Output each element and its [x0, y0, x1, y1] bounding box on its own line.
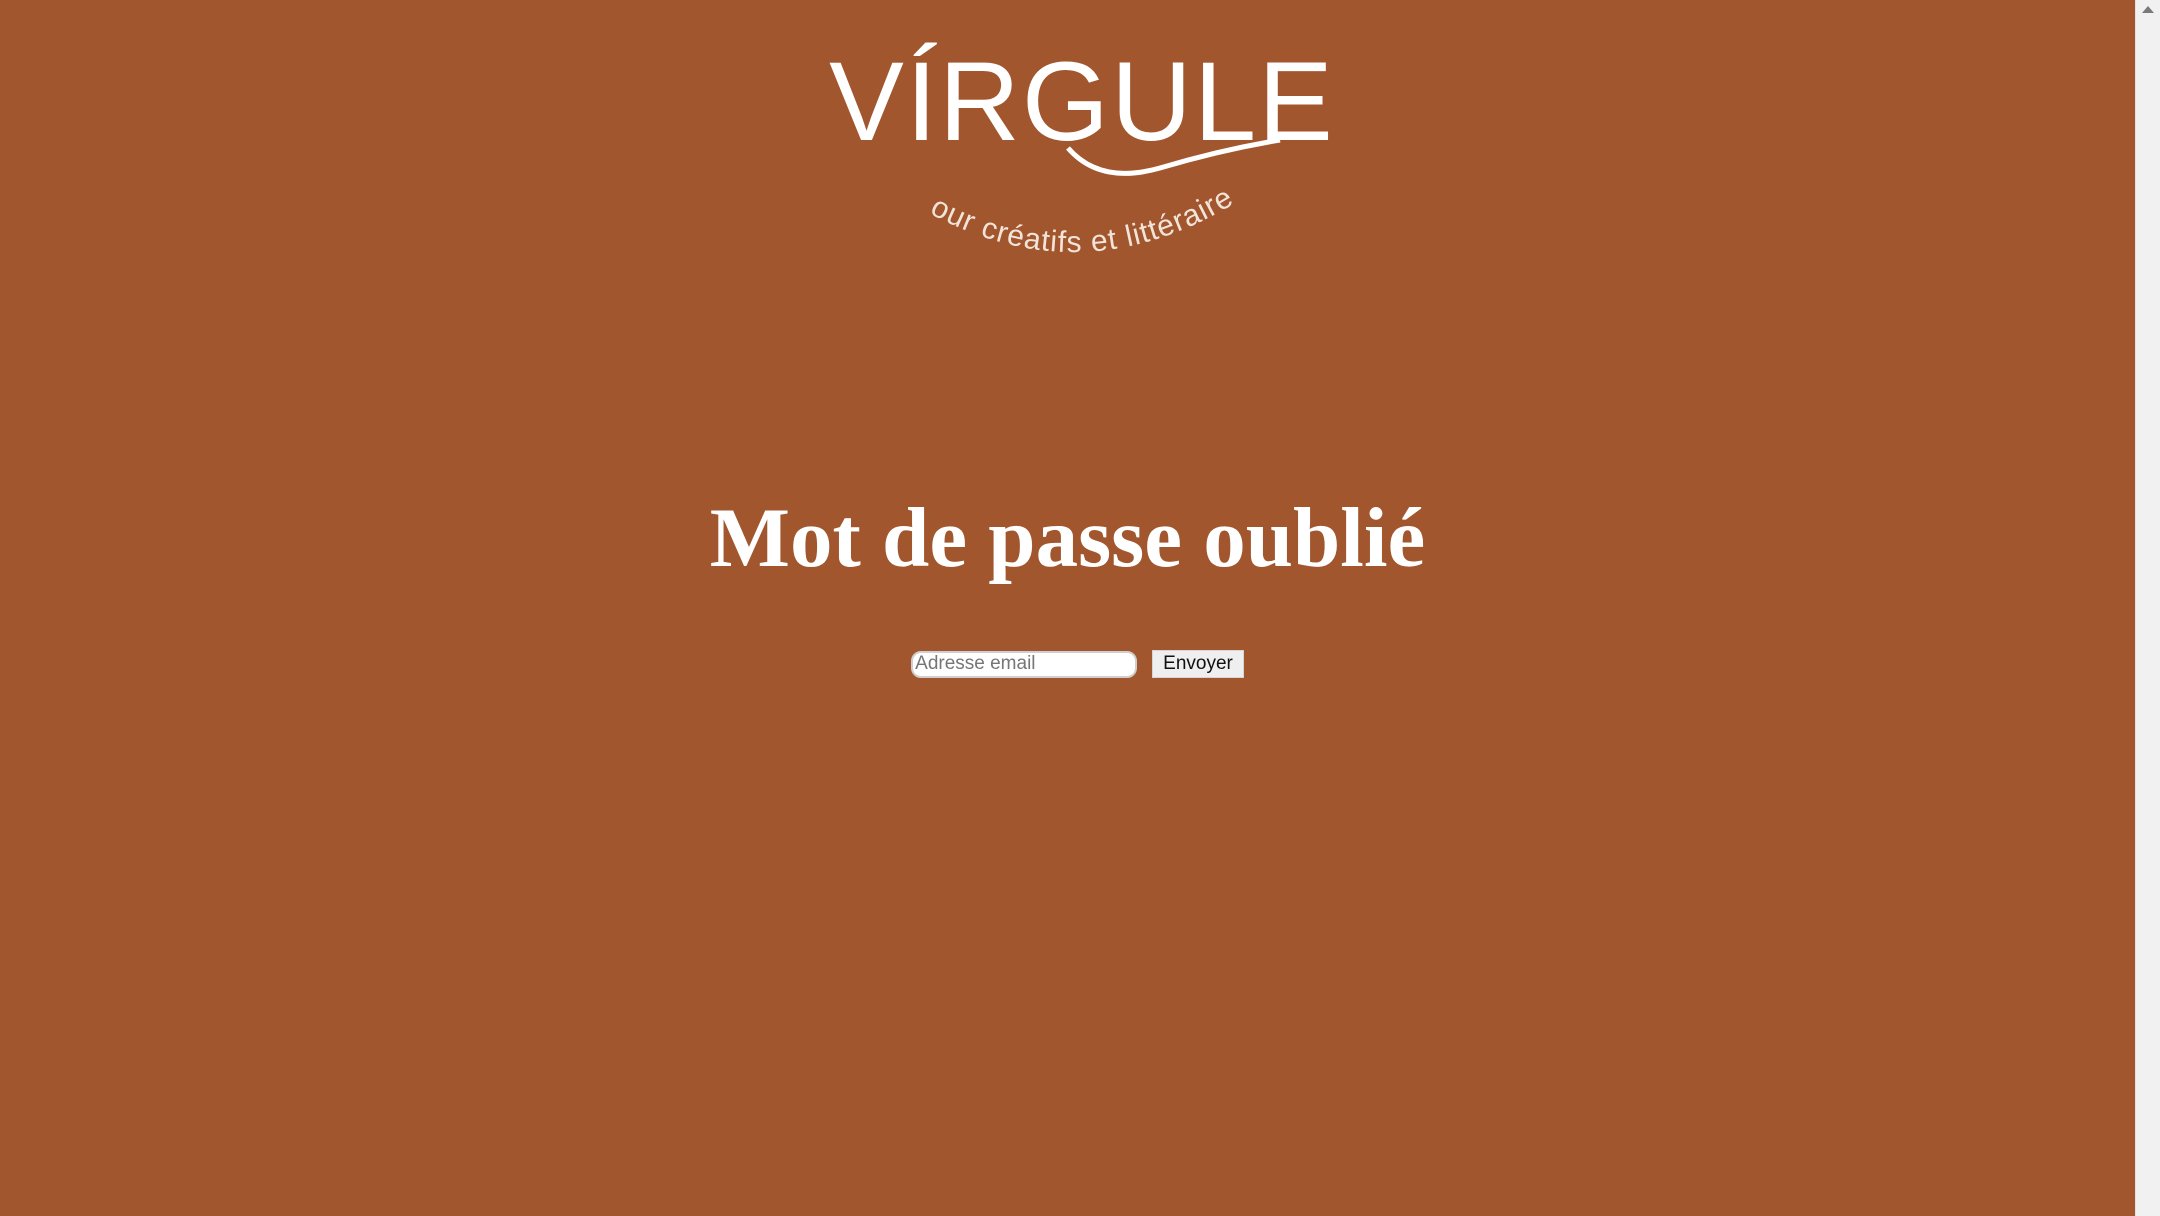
virgule-logo-graphic: VÍRGULE Pour créatifs et littéraires — [760, 10, 1333, 259]
page-viewport: VÍRGULE Pour créatifs et littéraires Mot… — [0, 0, 2135, 1216]
virgule-logo[interactable]: VÍRGULE Pour créatifs et littéraires — [760, 10, 1400, 280]
scroll-up-button[interactable] — [2136, 0, 2160, 18]
send-button[interactable]: Envoyer — [1152, 650, 1244, 678]
page-title: Mot de passe oublié — [709, 491, 1426, 585]
email-input[interactable] — [911, 650, 1138, 678]
vertical-scrollbar[interactable] — [2135, 0, 2160, 1216]
triangle-up-icon — [2142, 5, 2154, 13]
reset-password-form: Envoyer — [0, 650, 2135, 678]
